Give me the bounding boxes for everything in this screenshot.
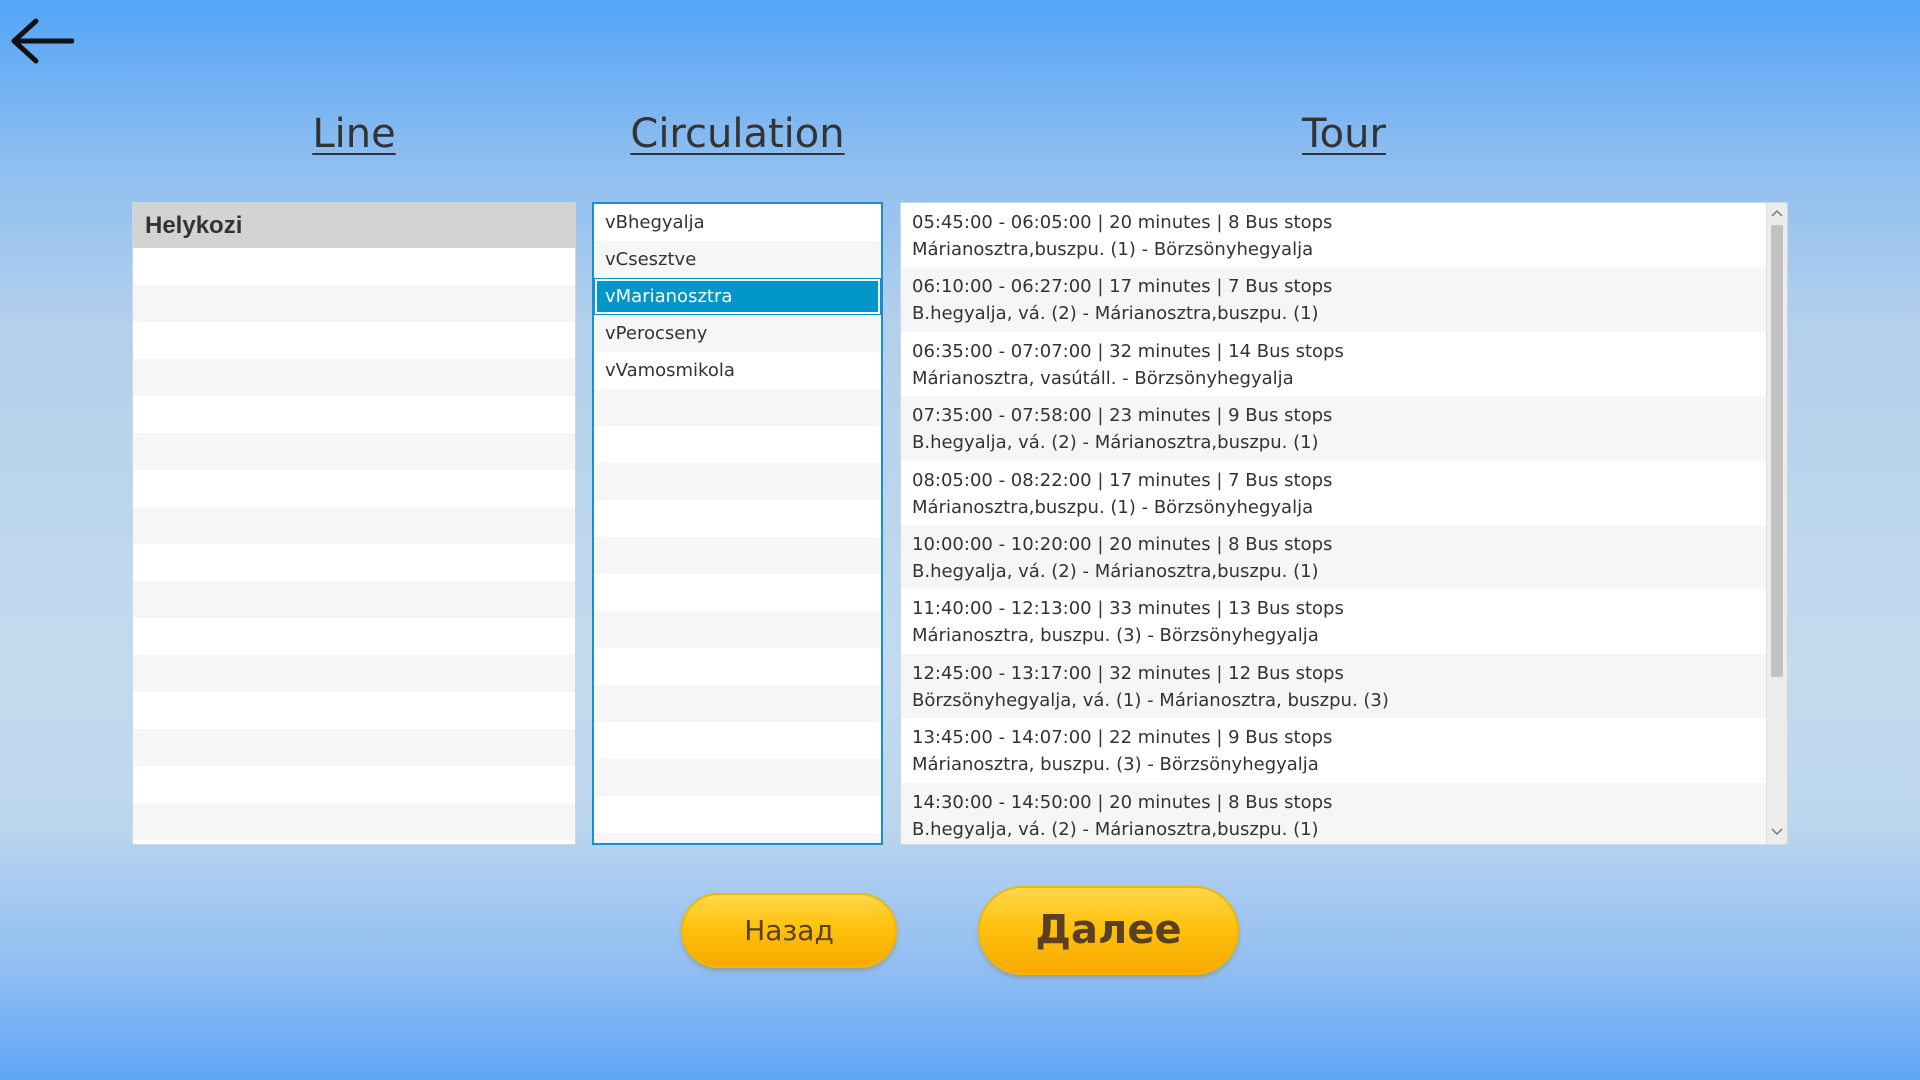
tour-item[interactable]: 11:40:00 - 12:13:00 | 33 minutes | 13 Bu… [901, 589, 1767, 654]
tour-item[interactable]: 14:30:00 - 14:50:00 | 20 minutes | 8 Bus… [901, 782, 1767, 844]
tour-item[interactable]: 10:00:00 - 10:20:00 | 20 minutes | 8 Bus… [901, 524, 1767, 590]
tour-item[interactable]: 12:45:00 - 13:17:00 | 32 minutes | 12 Bu… [901, 653, 1767, 719]
circulation-item[interactable]: vBhegyalja [594, 204, 881, 241]
tour-time: 07:35:00 - 07:58:00 | 23 minutes | 9 Bus… [912, 405, 1333, 427]
tour-route: B.hegyalja, vá. (2) - Márianosztra,buszp… [912, 818, 1319, 840]
tour-route: Börzsönyhegyalja, vá. (1) - Márianosztra… [912, 689, 1389, 711]
line-list: Helykozi [132, 202, 576, 845]
tour-list: 05:45:00 - 06:05:00 | 20 minutes | 8 Bus… [900, 202, 1788, 845]
tour-item[interactable]: 07:35:00 - 07:58:00 | 23 minutes | 9 Bus… [901, 396, 1767, 461]
tour-item[interactable]: 06:35:00 - 07:07:00 | 32 minutes | 14 Bu… [901, 331, 1767, 397]
tour-route: B.hegyalja, vá. (2) - Márianosztra,buszp… [912, 303, 1319, 325]
tour-item[interactable]: 05:45:00 - 06:05:00 | 20 minutes | 8 Bus… [901, 203, 1767, 268]
scrollbar-thumb[interactable] [1771, 225, 1783, 677]
tour-column-title: Tour [1302, 111, 1386, 157]
tour-time: 11:40:00 - 12:13:00 | 33 minutes | 13 Bu… [912, 598, 1344, 620]
line-list-empty-rows [133, 248, 575, 844]
tour-time: 12:45:00 - 13:17:00 | 32 minutes | 12 Bu… [912, 662, 1344, 684]
tour-item[interactable]: 06:10:00 - 06:27:00 | 17 minutes | 7 Bus… [901, 267, 1767, 332]
circulation-item[interactable]: vVamosmikola [594, 352, 881, 389]
tour-time: 08:05:00 - 08:22:00 | 17 minutes | 7 Bus… [912, 469, 1333, 491]
line-item-selected[interactable]: Helykozi [133, 203, 575, 248]
line-column-title: Line [312, 111, 396, 157]
circulation-item-selected[interactable]: vMarianosztra [594, 278, 881, 315]
tour-item[interactable]: 08:05:00 - 08:22:00 | 17 minutes | 7 Bus… [901, 460, 1767, 525]
tour-route: Márianosztra, buszpu. (3) - Börzsönyhegy… [912, 754, 1319, 776]
tour-route: B.hegyalja, vá. (2) - Márianosztra,buszp… [912, 560, 1319, 582]
tour-route: B.hegyalja, vá. (2) - Márianosztra,buszp… [912, 432, 1319, 454]
tour-time: 05:45:00 - 06:05:00 | 20 minutes | 8 Bus… [912, 212, 1333, 233]
tour-route: Márianosztra,buszpu. (1) - Börzsönyhegya… [912, 239, 1314, 260]
back-button[interactable]: Назад [681, 893, 897, 968]
chevron-up-icon[interactable] [1767, 205, 1787, 223]
tour-scrollbar[interactable] [1766, 203, 1787, 844]
circulation-list: vBhegyalja vCsesztve vMarianosztra vPero… [592, 202, 883, 845]
tour-route: Márianosztra, buszpu. (3) - Börzsönyhegy… [912, 625, 1319, 647]
tour-time: 06:10:00 - 06:27:00 | 17 minutes | 7 Bus… [912, 276, 1333, 298]
tour-route: Márianosztra, vasútáll. - Börzsönyhegyal… [912, 367, 1294, 389]
tour-time: 13:45:00 - 14:07:00 | 22 minutes | 9 Bus… [912, 727, 1333, 749]
tour-time: 10:00:00 - 10:20:00 | 20 minutes | 8 Bus… [912, 533, 1333, 555]
circulation-column-title: Circulation [630, 111, 845, 157]
tour-item[interactable]: 13:45:00 - 14:07:00 | 22 minutes | 9 Bus… [901, 718, 1767, 783]
circulation-item[interactable]: vCsesztve [594, 241, 881, 278]
tour-route: Márianosztra,buszpu. (1) - Börzsönyhegya… [912, 496, 1314, 518]
back-arrow-icon[interactable] [10, 18, 75, 64]
chevron-down-icon[interactable] [1767, 824, 1787, 842]
circulation-item[interactable]: vPerocseny [594, 315, 881, 352]
tour-time: 14:30:00 - 14:50:00 | 20 minutes | 8 Bus… [912, 791, 1333, 813]
tour-time: 06:35:00 - 07:07:00 | 32 minutes | 14 Bu… [912, 340, 1344, 362]
next-button[interactable]: Далее [978, 886, 1239, 975]
